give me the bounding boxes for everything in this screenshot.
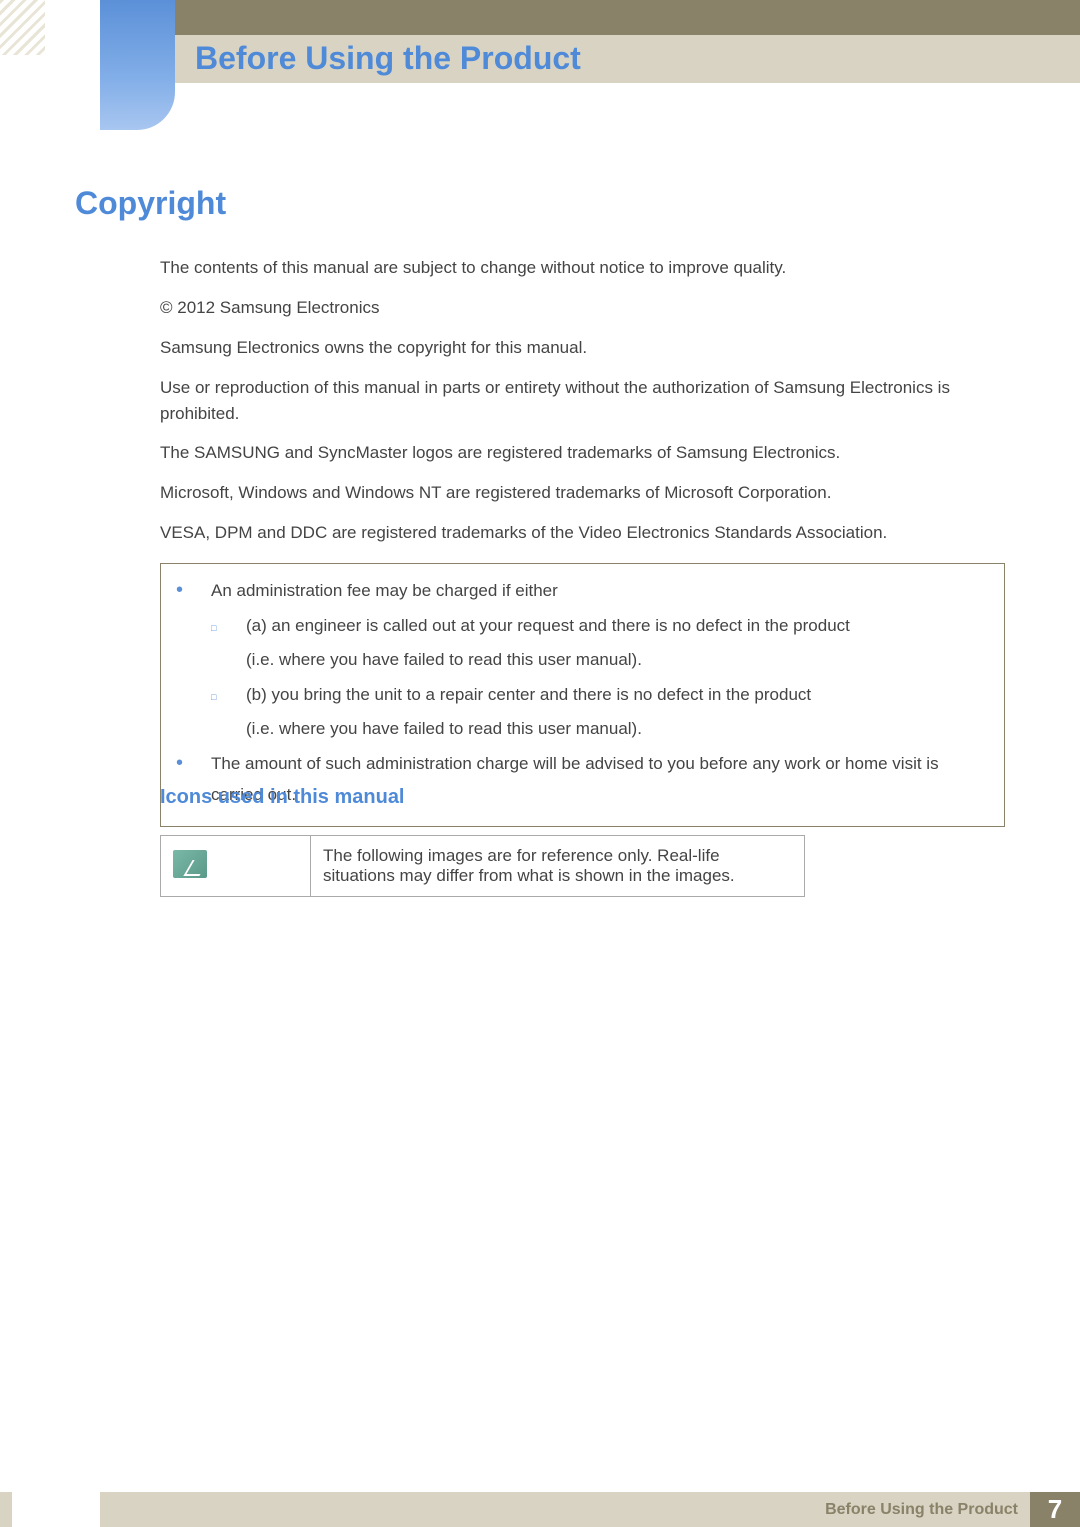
notice-text: (i.e. where you have failed to read this… [246,645,642,676]
paragraph: Microsoft, Windows and Windows NT are re… [160,480,1005,506]
section-title: Copyright [75,185,226,222]
footer-left-stripe [0,1492,12,1527]
paragraph: © 2012 Samsung Electronics [160,295,1005,321]
notice-text: (a) an engineer is called out at your re… [246,611,850,642]
icon-description: The following images are for reference o… [311,836,805,897]
top-bar [100,0,1080,35]
paragraph: Samsung Electronics owns the copyright f… [160,335,1005,361]
notice-text: (i.e. where you have failed to read this… [246,714,642,745]
subsection-title: Icons used in this manual [160,786,405,809]
chapter-title: Before Using the Product [195,40,581,77]
chapter-tab [100,0,175,130]
paragraph: Use or reproduction of this manual in pa… [160,375,1005,426]
note-icon [173,850,207,878]
corner-decoration [0,0,45,55]
notice-text: (b) you bring the unit to a repair cente… [246,680,811,711]
icon-cell [161,836,311,897]
notice-text: An administration fee may be charged if … [211,576,558,607]
paragraph: The contents of this manual are subject … [160,255,1005,281]
icon-table: The following images are for reference o… [160,835,805,897]
spacer [211,645,246,676]
page-number: 7 [1030,1492,1080,1527]
bullet-icon: • [176,576,211,607]
spacer [211,714,246,745]
square-bullet-icon: □ [211,611,246,642]
square-bullet-icon: □ [211,680,246,711]
footer-bar: Before Using the Product 7 [100,1492,1080,1527]
footer-text: Before Using the Product [825,1501,1018,1519]
paragraph: The SAMSUNG and SyncMaster logos are reg… [160,440,1005,466]
paragraph: VESA, DPM and DDC are registered tradema… [160,520,1005,546]
table-row: The following images are for reference o… [161,836,805,897]
